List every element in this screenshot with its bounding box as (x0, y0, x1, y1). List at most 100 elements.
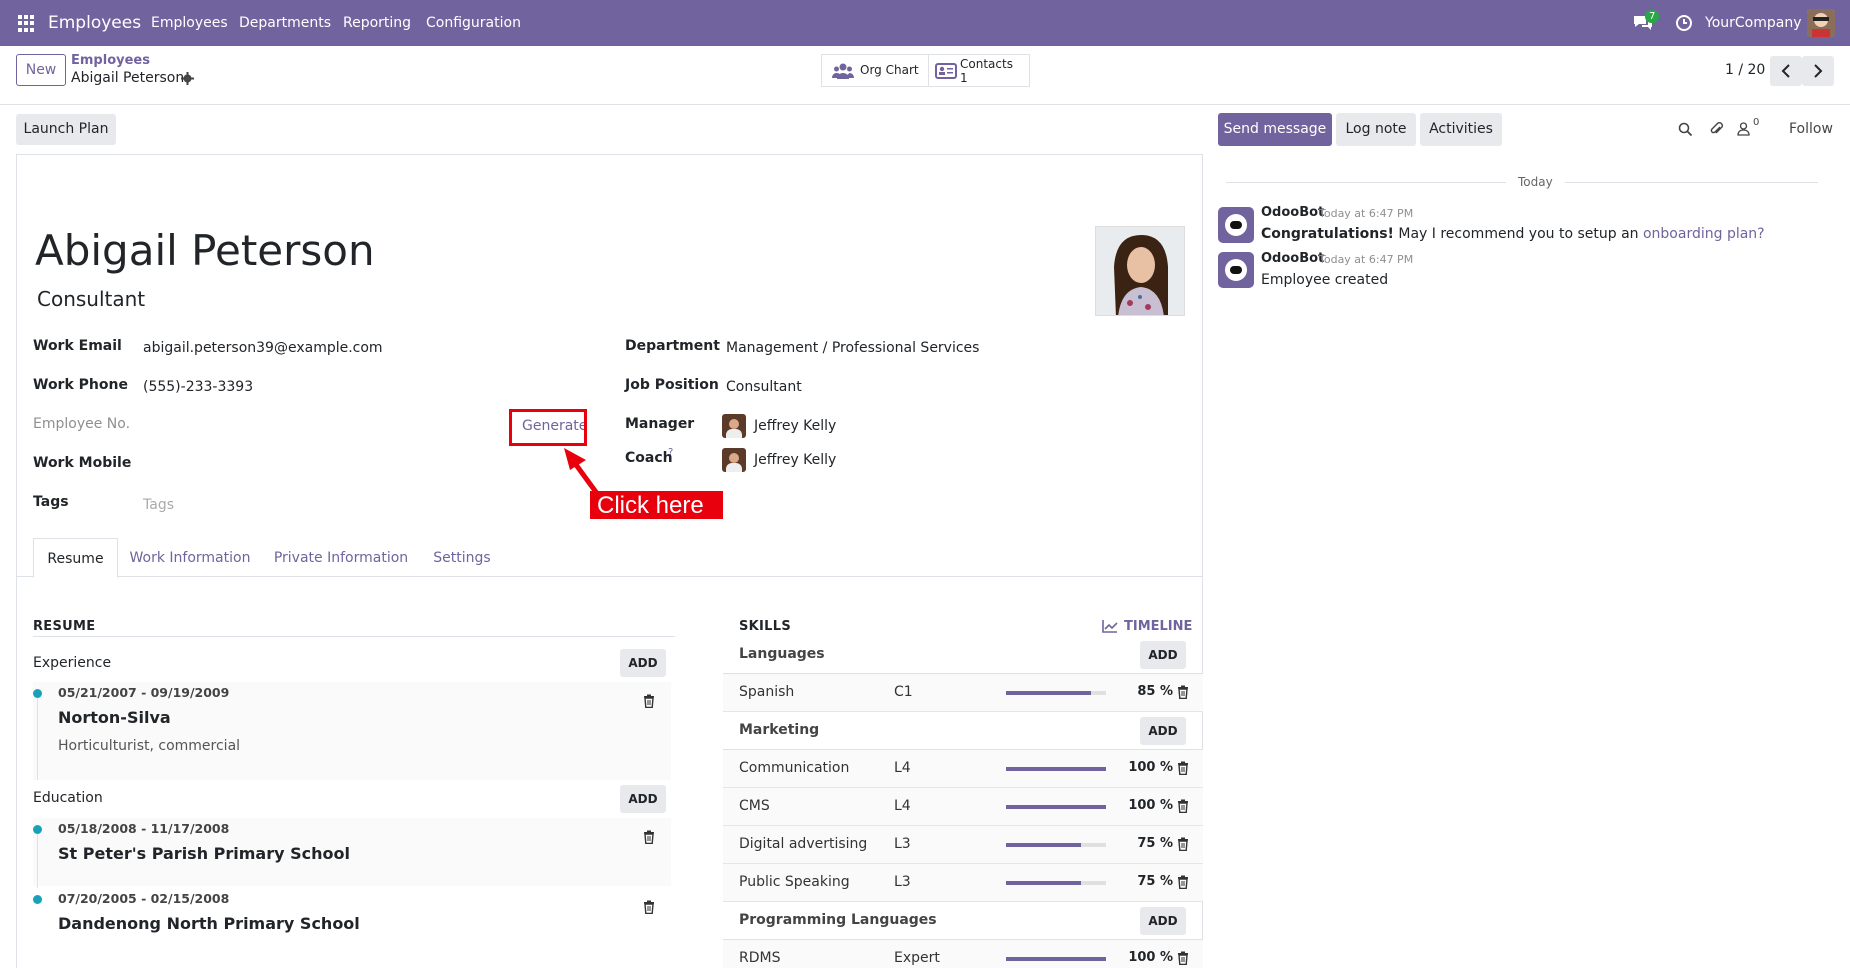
trash-icon[interactable] (643, 830, 655, 845)
skill-progress-bar (1006, 767, 1106, 771)
add-skill-button[interactable]: ADD (1140, 907, 1186, 935)
coach-value[interactable]: Jeffrey Kelly (754, 452, 836, 468)
skill-progress-bar (1006, 957, 1106, 961)
trash-icon[interactable] (1177, 875, 1189, 890)
trash-icon[interactable] (643, 694, 655, 709)
timeline-line (37, 696, 38, 780)
coach-label: Coach (625, 450, 673, 466)
tab-private-information[interactable]: Private Information (267, 538, 415, 578)
send-message-button[interactable]: Send message (1218, 113, 1332, 146)
job-position-value[interactable]: Consultant (726, 379, 802, 395)
message-time: Today at 6:47 PM (1319, 207, 1414, 220)
department-value[interactable]: Management / Professional Services (726, 340, 979, 356)
add-skill-button[interactable]: ADD (1140, 641, 1186, 669)
search-icon[interactable] (1678, 122, 1693, 137)
skill-percent: 100 % (1128, 798, 1173, 813)
trash-icon[interactable] (1177, 685, 1189, 700)
activities-button[interactable]: Activities (1420, 113, 1502, 146)
org-chart-label: Org Chart (860, 63, 919, 77)
skill-progress-fill (1006, 691, 1091, 695)
annotation-highlight-box (509, 409, 587, 446)
manager-label: Manager (625, 416, 695, 432)
tab-settings[interactable]: Settings (424, 538, 500, 578)
menu-departments[interactable]: Departments (239, 0, 331, 46)
resume-divider (33, 636, 675, 637)
trash-icon[interactable] (1177, 837, 1189, 852)
menu-configuration[interactable]: Configuration (426, 0, 521, 46)
skill-level: L4 (894, 798, 911, 814)
skill-row[interactable]: CMS L4 100 % (723, 788, 1203, 826)
education-title: Education (33, 790, 103, 806)
coach-help-icon[interactable]: ? (668, 447, 673, 458)
company-switcher[interactable]: YourCompany (1705, 0, 1802, 46)
skill-row[interactable]: Digital advertising L3 75 % (723, 826, 1203, 864)
timeline-button[interactable]: TIMELINE (1124, 619, 1192, 634)
skill-row[interactable]: RDMS Expert 100 % (723, 940, 1203, 968)
message-text: May I recommend you to setup an (1393, 226, 1643, 242)
follow-button[interactable]: Follow (1789, 121, 1833, 137)
employee-job-title[interactable]: Consultant (37, 287, 145, 311)
user-avatar[interactable] (1807, 9, 1835, 37)
skill-percent: 100 % (1128, 760, 1173, 775)
timeline-dot (33, 895, 42, 904)
skill-level: Expert (894, 950, 940, 966)
skill-percent: 75 % (1137, 874, 1173, 889)
message-body: Employee created (1261, 272, 1389, 288)
skill-name: RDMS (739, 950, 781, 966)
timeline-dot (33, 825, 42, 834)
onboarding-plan-link[interactable]: onboarding plan? (1643, 226, 1765, 242)
clock-activity-icon[interactable] (1675, 14, 1693, 32)
skill-group-name: Programming Languages (739, 912, 937, 928)
breadcrumb-employees[interactable]: Employees (71, 53, 150, 68)
skill-row[interactable]: Public Speaking L3 75 % (723, 864, 1203, 902)
pager-value[interactable]: 1 / 20 (1725, 62, 1765, 78)
employee-name[interactable]: Abigail Peterson (35, 226, 375, 275)
paperclip-icon[interactable] (1709, 121, 1724, 137)
education-dates: 05/18/2008 - 11/17/2008 (58, 821, 230, 836)
pager-next-button[interactable] (1802, 56, 1834, 86)
message-bold: Congratulations! (1261, 226, 1394, 242)
org-chart-button[interactable]: Org Chart (821, 54, 929, 87)
skill-percent: 85 % (1137, 684, 1173, 699)
menu-employees[interactable]: Employees (151, 0, 228, 46)
add-education-button[interactable]: ADD (620, 785, 666, 813)
control-panel: New Employees Abigail Peterson Org Chart… (0, 46, 1850, 105)
experience-name: Norton-Silva (58, 708, 171, 727)
line-chart-icon[interactable] (1102, 619, 1118, 633)
contacts-label: Contacts (960, 57, 1013, 71)
skill-name: Spanish (739, 684, 795, 700)
skill-level: L3 (894, 836, 911, 852)
menu-reporting[interactable]: Reporting (343, 0, 411, 46)
contacts-button[interactable]: Contacts 1 (928, 54, 1030, 87)
trash-icon[interactable] (1177, 761, 1189, 776)
message-author[interactable]: OdooBot (1261, 205, 1324, 220)
messages-count-badge: 7 (1645, 10, 1660, 23)
new-button[interactable]: New (16, 54, 66, 86)
trash-icon[interactable] (1177, 799, 1189, 814)
trash-icon[interactable] (1177, 951, 1189, 966)
gear-icon[interactable] (181, 72, 194, 85)
employee-no-label: Employee No. (33, 416, 131, 432)
launch-plan-button[interactable]: Launch Plan (16, 114, 116, 145)
trash-icon[interactable] (643, 900, 655, 915)
employee-photo[interactable] (1095, 226, 1185, 316)
work-email-value[interactable]: abigail.peterson39@example.com (143, 340, 383, 356)
add-skill-button[interactable]: ADD (1140, 717, 1186, 745)
manager-value[interactable]: Jeffrey Kelly (754, 418, 836, 434)
skill-level: C1 (894, 684, 913, 700)
apps-menu-icon[interactable] (18, 15, 35, 32)
breadcrumb-current: Abigail Peterson (71, 70, 185, 86)
user-followers-icon[interactable] (1737, 122, 1750, 136)
pager-previous-button[interactable] (1770, 56, 1802, 86)
app-title[interactable]: Employees (48, 0, 141, 46)
skill-row[interactable]: Communication L4 100 % (723, 750, 1203, 788)
tab-resume[interactable]: Resume (33, 538, 118, 578)
experience-dates: 05/21/2007 - 09/19/2009 (58, 685, 230, 700)
tab-work-information[interactable]: Work Information (120, 538, 260, 578)
tags-input[interactable]: Tags (143, 497, 174, 513)
log-note-button[interactable]: Log note (1336, 113, 1416, 146)
message-author[interactable]: OdooBot (1261, 251, 1324, 266)
work-phone-value[interactable]: (555)-233-3393 (143, 379, 253, 395)
skill-row[interactable]: Spanish C1 85 % (723, 674, 1203, 712)
add-experience-button[interactable]: ADD (620, 649, 666, 677)
